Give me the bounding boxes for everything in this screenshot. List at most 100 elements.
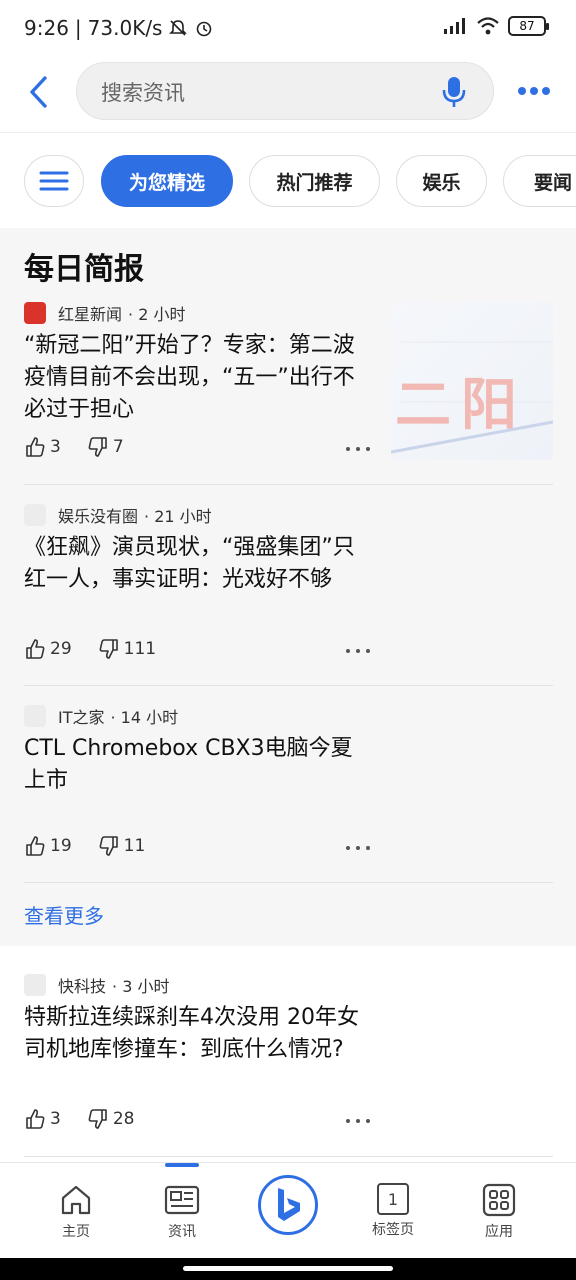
tab-for-you[interactable]: 为您精选 [101, 155, 233, 207]
headline[interactable]: “新冠二阳”开始了？专家：第二波疫情目前不会出现，“五一”出行不必过于担心 [24, 330, 374, 426]
nav-news[interactable]: 资讯 [142, 1183, 222, 1253]
published-time: · 14 小时 [110, 708, 179, 727]
bing-logo-icon [278, 1188, 300, 1221]
thumbs-up-icon [26, 1109, 45, 1129]
status-separator: | [74, 16, 82, 40]
dislike-button[interactable]: 111 [98, 638, 156, 660]
source-logo [24, 302, 46, 324]
thumbs-down-icon [88, 1109, 107, 1129]
dislike-count: 11 [123, 836, 146, 856]
source-row: IT之家 · 14 小时 [24, 703, 178, 729]
reaction-row: 3 7 [24, 436, 150, 458]
dislike-count: 7 [112, 437, 124, 457]
nav-apps-label: 应用 [485, 1224, 513, 1240]
bottom-navigation: 主页 资讯 1 标签页 应用 [0, 1162, 576, 1258]
published-time: · 21 小时 [144, 507, 212, 526]
apps-grid-icon [482, 1183, 516, 1217]
signal-icon [444, 18, 465, 34]
dislike-button[interactable]: 11 [98, 835, 146, 857]
source-name: 快科技 [58, 977, 107, 996]
divider [24, 484, 553, 485]
more-dots-icon[interactable] [346, 444, 370, 454]
news-card[interactable]: 快科技 · 3 小时 特斯拉连续踩刹车4次没用 20年女司机地库惨撞车：到底什么… [24, 972, 553, 1152]
more-dots-icon [518, 87, 550, 95]
source-logo [24, 705, 46, 727]
home-indicator[interactable] [183, 1266, 393, 1271]
source-row: 娱乐没有圈 · 21 小时 [24, 502, 212, 528]
thumbs-up-icon [26, 639, 45, 659]
search-input[interactable]: 搜索资讯 [76, 62, 494, 120]
more-dots-icon[interactable] [346, 1116, 370, 1126]
wifi-icon [477, 17, 499, 35]
like-button[interactable]: 19 [24, 835, 72, 857]
dislike-button[interactable]: 28 [87, 1108, 135, 1130]
system-home-bar [0, 1258, 576, 1280]
back-button[interactable] [18, 70, 58, 114]
like-count: 3 [50, 1109, 61, 1129]
thumbs-up-icon [26, 836, 45, 856]
like-count: 19 [50, 836, 72, 856]
like-button[interactable]: 3 [24, 436, 61, 458]
battery-icon: 87 [508, 16, 549, 36]
thumbs-down-icon [99, 836, 118, 856]
source-name: 娱乐没有圈 [58, 507, 139, 526]
like-button[interactable]: 29 [24, 638, 72, 660]
status-left: 9:26 | 73.0K/s [24, 16, 214, 40]
headline[interactable]: CTL Chromebox CBX3电脑今夏上市 [24, 733, 374, 797]
chevron-left-icon [30, 76, 47, 108]
nav-tabs[interactable]: 1 标签页 [353, 1183, 433, 1253]
newspaper-icon [164, 1185, 200, 1215]
like-count: 3 [50, 437, 61, 457]
more-dots-icon[interactable] [346, 843, 370, 853]
thumbnail-text: 二阳 [395, 373, 527, 438]
mic-icon[interactable] [439, 75, 469, 109]
headline[interactable]: 《狂飙》演员现状，“强盛集团”只红一人，事实证明：光戏好不够 [24, 532, 374, 596]
nav-apps[interactable]: 应用 [459, 1183, 539, 1253]
news-card[interactable]: IT之家 · 14 小时 CTL Chromebox CBX3电脑今夏上市 19… [24, 703, 553, 883]
nav-tabs-label: 标签页 [372, 1222, 414, 1238]
nav-home-label: 主页 [62, 1224, 90, 1240]
nav-news-label: 资讯 [168, 1224, 196, 1240]
mute-bell-icon [169, 20, 188, 36]
published-time: · 3 小时 [112, 977, 170, 996]
hamburger-icon [39, 171, 69, 191]
source-name: IT之家 [58, 708, 105, 727]
tabs-count: 1 [387, 1189, 399, 1209]
source-row: 快科技 · 3 小时 [24, 972, 169, 998]
tab-trending[interactable]: 热门推荐 [249, 155, 380, 207]
thumbs-down-icon [99, 639, 118, 659]
like-count: 29 [50, 639, 72, 659]
active-tab-indicator [165, 1163, 199, 1167]
news-card[interactable]: 娱乐没有圈 · 21 小时 《狂飙》演员现状，“强盛集团”只红一人，事实证明：光… [24, 502, 553, 682]
like-button[interactable]: 3 [24, 1108, 61, 1130]
tab-entertainment[interactable]: 娱乐 [396, 155, 487, 207]
source-logo [24, 504, 46, 526]
search-header: 搜索资讯 [0, 56, 576, 132]
status-right: 87 [442, 16, 549, 36]
headline[interactable]: 特斯拉连续踩刹车4次没用 20年女司机地库惨撞车：到底什么情况? [24, 1002, 376, 1066]
category-menu-button[interactable] [24, 155, 84, 207]
source-row: 红星新闻 · 2 小时 [24, 300, 185, 326]
reaction-row: 29 111 [24, 638, 182, 660]
nav-home[interactable]: 主页 [36, 1183, 116, 1253]
thumbs-down-icon [88, 437, 107, 457]
divider [24, 882, 553, 883]
section-title: 每日简报 [24, 252, 144, 287]
status-speed: 73.0K/s [87, 16, 163, 40]
more-dots-icon[interactable] [346, 646, 370, 656]
source-name: 红星新闻 [58, 305, 123, 324]
bing-button[interactable] [258, 1175, 318, 1235]
dislike-button[interactable]: 7 [87, 436, 124, 458]
home-icon [61, 1185, 91, 1215]
tabs-count-icon: 1 [377, 1183, 409, 1215]
tab-headlines[interactable]: 要闻 [503, 155, 576, 207]
news-feed: 快科技 · 3 小时 特斯拉连续踩刹车4次没用 20年女司机地库惨撞车：到底什么… [0, 946, 576, 1162]
category-tabs: 为您精选 热门推荐 娱乐 要闻 [0, 132, 576, 228]
more-options-button[interactable] [514, 76, 554, 106]
search-placeholder: 搜索资讯 [101, 81, 185, 105]
source-logo [24, 974, 46, 996]
reaction-row: 3 28 [24, 1108, 160, 1130]
article-thumbnail[interactable]: 二阳 [391, 302, 553, 460]
dislike-count: 28 [112, 1109, 135, 1129]
see-more-link[interactable]: 查看更多 [24, 900, 104, 929]
